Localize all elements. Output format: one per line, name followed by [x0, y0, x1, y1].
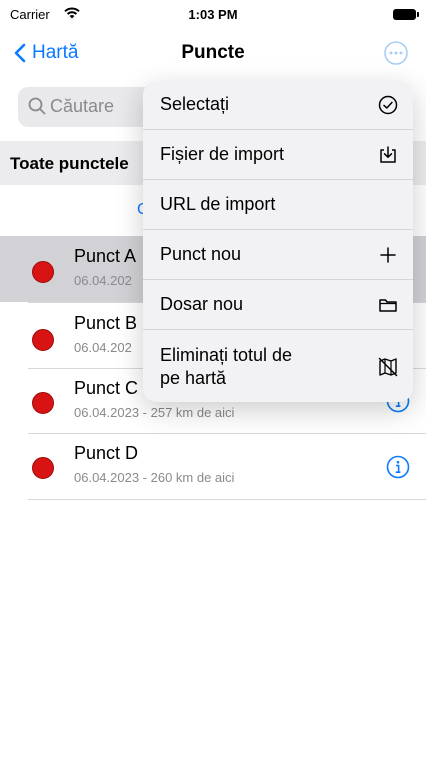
- menu-item-label: Selectați: [160, 94, 230, 114]
- page-title: Puncte: [181, 42, 245, 63]
- row-divider: [28, 499, 426, 500]
- red-pin-icon: [32, 329, 54, 351]
- point-subtitle: 06.04.202: [74, 340, 132, 355]
- list-item-point-d[interactable]: Punct D 06.04.2023 - 260 km de aici: [0, 433, 426, 499]
- menu-item-import-url[interactable]: URL de import: [143, 180, 413, 230]
- point-subtitle: 06.04.2023 - 260 km de aici: [74, 470, 235, 485]
- checkmark-circle-icon: [378, 95, 398, 115]
- menu-item-new-folder[interactable]: Dosar nou: [143, 280, 413, 330]
- menu-item-label-line2: pe hartă: [160, 368, 227, 388]
- point-name: Punct B: [74, 313, 138, 333]
- point-subtitle: 06.04.2023 - 257 km de aici: [74, 405, 235, 420]
- menu-item-label: Eliminați totul de pe hartă: [160, 344, 292, 390]
- menu-item-import-file[interactable]: Fișier de import: [143, 130, 413, 180]
- point-name: Punct A: [74, 246, 137, 266]
- red-pin-icon: [32, 457, 54, 479]
- menu-item-label: Dosar nou: [160, 294, 244, 314]
- menu-item-new-point[interactable]: Punct nou: [143, 230, 413, 280]
- point-name: Punct C: [74, 378, 139, 398]
- menu-item-select[interactable]: Selectați: [143, 81, 413, 130]
- red-pin-icon: [32, 261, 54, 283]
- menu-item-label: Fișier de import: [160, 144, 285, 164]
- info-icon[interactable]: [386, 455, 410, 479]
- battery-icon: [393, 9, 419, 20]
- menu-item-label-line1: Eliminați totul de: [160, 345, 293, 365]
- point-name: Punct D: [74, 443, 139, 463]
- menu-item-label: URL de import: [160, 194, 276, 214]
- more-options-icon[interactable]: [383, 40, 409, 66]
- clock: 1:03 PM: [188, 7, 238, 22]
- context-menu: Selectați Fișier de import URL de import…: [143, 81, 413, 402]
- point-subtitle: 06.04.202: [74, 273, 132, 288]
- map-slash-icon: [378, 357, 398, 377]
- navigation-bar: Hartă Puncte: [0, 30, 426, 80]
- tray-download-icon: [380, 146, 396, 163]
- plus-icon: [380, 247, 396, 263]
- red-pin-icon: [32, 392, 54, 414]
- menu-item-remove-all-from-map[interactable]: Eliminați totul de pe hartă: [143, 330, 413, 402]
- folder-icon: [379, 299, 397, 312]
- status-bar: Carrier 1:03 PM: [0, 0, 426, 30]
- search-icon: [28, 97, 46, 115]
- section-title: Toate punctele: [10, 154, 129, 173]
- search-placeholder: Căutare: [50, 96, 115, 116]
- menu-item-label: Punct nou: [160, 244, 242, 264]
